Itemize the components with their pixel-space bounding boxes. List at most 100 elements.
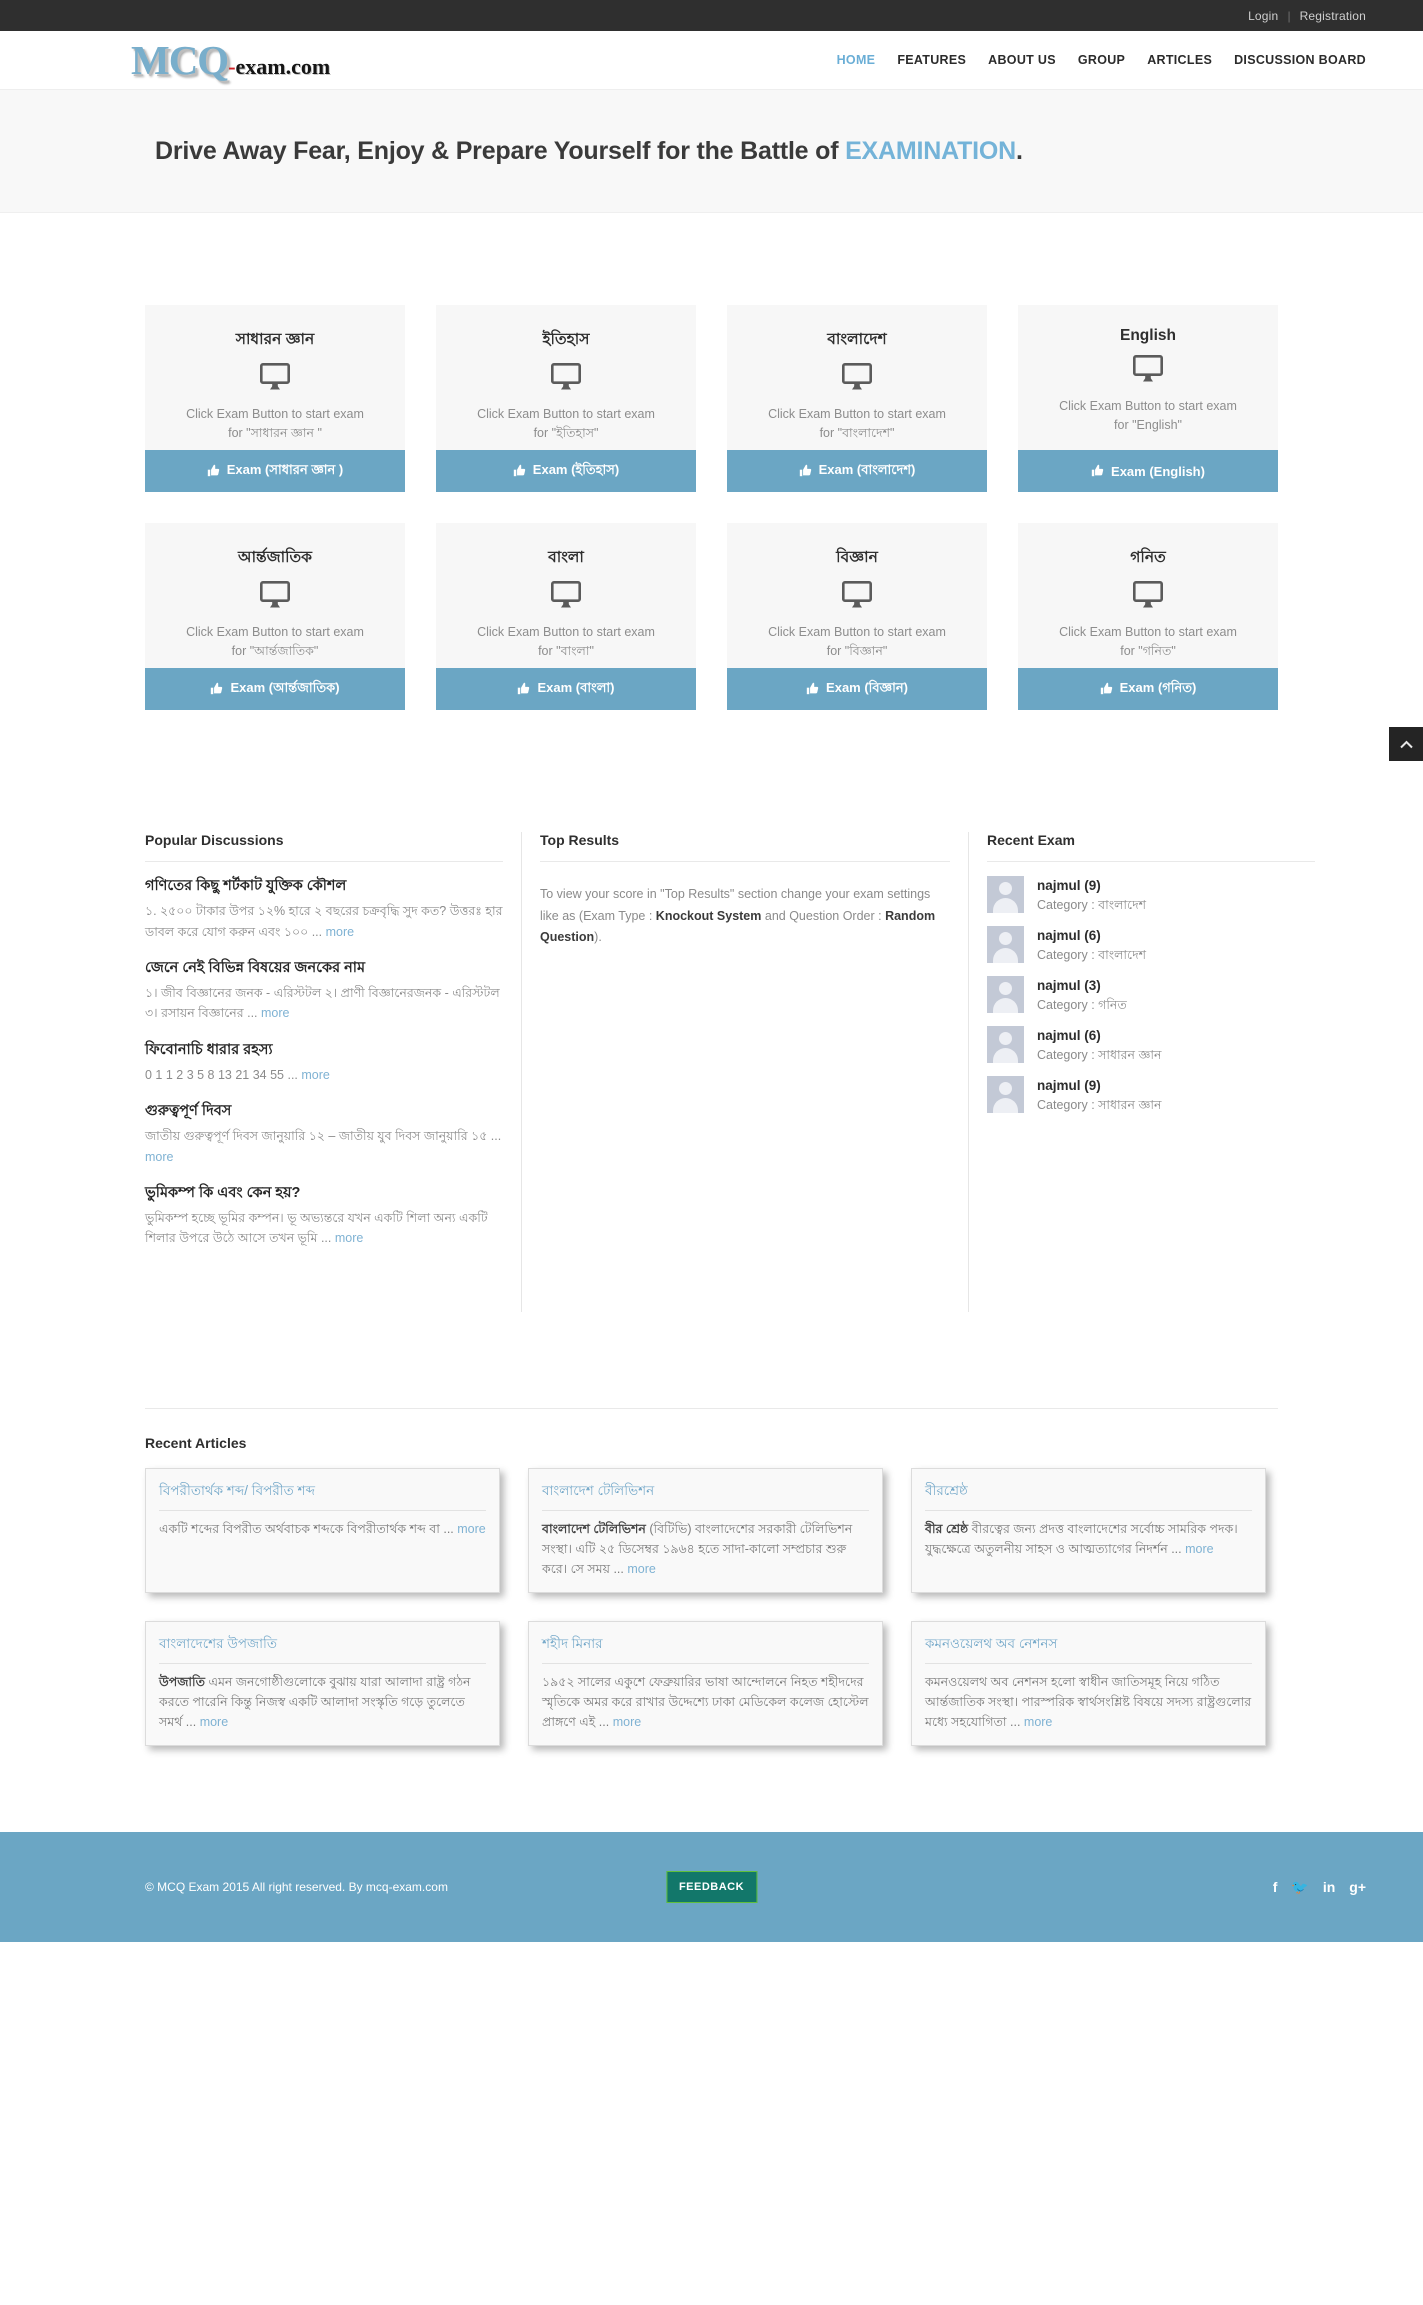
article-title[interactable]: বিপরীতার্থক শব্দ/ বিপরীত শব্দ — [159, 1480, 486, 1511]
exam-start-button[interactable]: Exam (আর্ন্তজাতিক) — [145, 668, 405, 710]
recent-exam-item: najmul (6) Category : বাংলাদেশ — [987, 926, 1315, 965]
article-title[interactable]: শহীদ মিনার — [542, 1633, 869, 1664]
googleplus-icon[interactable]: g+ — [1349, 1880, 1366, 1894]
monitor-icon — [259, 580, 290, 608]
discussion-more-link[interactable]: more — [145, 1150, 173, 1164]
info-columns: Popular Discussions গণিতের কিছু শর্টকাট … — [145, 832, 1315, 1312]
nav-item-about-us[interactable]: ABOUT US — [988, 53, 1056, 67]
exam-card-desc-line1: Click Exam Button to start exam — [186, 625, 364, 639]
article-card: বাংলাদেশের উপজাতি উপজাতি এমন জনগোষ্ঠীগুলো… — [145, 1621, 500, 1746]
hero-highlight-text: EXAMINATION — [845, 136, 1017, 165]
nav-item-articles[interactable]: ARTICLES — [1147, 53, 1212, 67]
exam-start-button[interactable]: Exam (বাংলা) — [436, 668, 696, 710]
scroll-to-top-button[interactable] — [1389, 727, 1423, 761]
nav-item-features[interactable]: FEATURES — [897, 53, 966, 67]
recent-exam-item: najmul (9) Category : সাধারন জ্ঞান — [987, 1076, 1315, 1115]
article-more-link[interactable]: more — [613, 1715, 641, 1729]
facebook-icon[interactable]: f — [1273, 1880, 1278, 1894]
article-excerpt: ১৯৫২ সালের একুশে ফেব্রুয়ারির ভাষা আন্দো… — [542, 1672, 869, 1732]
recent-exam-username[interactable]: najmul (6) — [1037, 1026, 1162, 1046]
exam-start-button[interactable]: Exam (বাংলাদেশ) — [727, 450, 987, 492]
exam-card-title: বাংলাদেশ — [827, 331, 887, 348]
logo-exam-text: exam.com — [235, 53, 331, 79]
twitter-icon[interactable]: 🐦 — [1291, 1880, 1308, 1894]
article-title[interactable]: কমনওয়েলথ অব নেশনস — [925, 1633, 1252, 1664]
popular-discussions-list: গণিতের কিছু শর্টকাট যুক্তিক কৌশল ১. ২৫০০ … — [145, 876, 503, 1249]
discussion-title[interactable]: ফিবোনাচি ধারার রহস্য — [145, 1040, 503, 1060]
linkedin-icon[interactable]: in — [1323, 1880, 1335, 1894]
exam-card-desc-line2: for "বাংলা" — [538, 644, 594, 659]
recent-exam-category-label: Category : — [1037, 1048, 1099, 1063]
recent-exam-category-value: গনিত — [1098, 998, 1127, 1013]
exam-card-icon — [450, 362, 682, 396]
discussion-more-link[interactable]: more — [301, 1068, 329, 1082]
discussion-title[interactable]: গুরুত্বপূর্ণ দিবস — [145, 1101, 503, 1121]
recent-articles-heading: Recent Articles — [145, 1435, 247, 1451]
exam-card-icon — [450, 580, 682, 614]
article-lead-text: উপজাতি — [159, 1675, 205, 1689]
discussion-item: জেনে নেই বিভিন্ন বিষয়ের জনকের নাম ১। জীব… — [145, 958, 503, 1024]
discussion-excerpt: ১. ২৫০০ টাকার উপর ১২% হারে ২ বছরের চক্রব… — [145, 901, 503, 942]
nav-item-home[interactable]: HOME — [837, 53, 876, 67]
discussion-more-link[interactable]: more — [261, 1006, 289, 1020]
exam-start-button[interactable]: Exam (English) — [1018, 450, 1278, 492]
exam-card-description: Click Exam Button to start exam for "বিজ্… — [741, 623, 973, 662]
recent-exam-username[interactable]: najmul (9) — [1037, 876, 1146, 896]
exam-card-description: Click Exam Button to start exam for "বাংল… — [741, 405, 973, 444]
top-results-column: Top Results To view your score in "Top R… — [540, 832, 950, 949]
discussion-ellipsis: ... — [311, 924, 326, 939]
exam-start-button-label: Exam (বাংলাদেশ) — [818, 461, 916, 477]
avatar — [987, 1076, 1024, 1113]
article-more-link[interactable]: more — [627, 1562, 655, 1576]
exam-card-icon — [741, 580, 973, 614]
monitor-icon — [1132, 354, 1163, 382]
recent-exam-username[interactable]: najmul (6) — [1037, 926, 1146, 946]
recent-exam-category-value: সাধারন জ্ঞান — [1098, 1048, 1162, 1063]
recent-exam-item-info: najmul (3) Category : গনিত — [1037, 976, 1127, 1015]
discussion-title[interactable]: জেনে নেই বিভিন্ন বিষয়ের জনকের নাম — [145, 958, 503, 978]
article-more-link[interactable]: more — [1185, 1542, 1213, 1556]
recent-exam-list: najmul (9) Category : বাংলাদেশ najmul (6) C… — [987, 876, 1315, 1115]
recent-exam-category: Category : সাধারন জ্ঞান — [1037, 1096, 1162, 1115]
article-title[interactable]: বাংলাদেশ টেলিভিশন — [542, 1480, 869, 1511]
discussion-ellipsis: ... — [490, 1129, 502, 1144]
article-excerpt: একটি শব্দের বিপরীত অর্থবাচক শব্দকে বিপরী… — [159, 1519, 486, 1539]
exam-start-button-label: Exam (গনিত) — [1119, 679, 1197, 695]
exam-start-button[interactable]: Exam (বিজ্ঞান) — [727, 668, 987, 710]
article-excerpt: উপজাতি এমন জনগোষ্ঠীগুলোকে বুঝায় যারা আল… — [159, 1672, 486, 1732]
site-logo[interactable]: MCQ - exam.com — [131, 39, 331, 81]
exam-start-button[interactable]: Exam (গনিত) — [1018, 668, 1278, 710]
article-more-link[interactable]: more — [200, 1715, 228, 1729]
article-title[interactable]: বাংলাদেশের উপজাতি — [159, 1633, 486, 1664]
exam-card-icon — [159, 580, 391, 614]
exam-card-description: Click Exam Button to start exam for "সাধা… — [159, 405, 391, 444]
article-title[interactable]: বীরশ্রেষ্ঠ — [925, 1480, 1252, 1511]
feedback-button[interactable]: FEEDBACK — [665, 1871, 758, 1903]
exam-start-button[interactable]: Exam (ইতিহাস) — [436, 450, 696, 492]
recent-exam-category: Category : সাধারন জ্ঞান — [1037, 1046, 1162, 1065]
exam-card-desc-line1: Click Exam Button to start exam — [1059, 625, 1237, 639]
nav-item-discussion-board[interactable]: DISCUSSION BOARD — [1234, 53, 1366, 67]
exam-start-button-label: Exam (আর্ন্তজাতিক) — [230, 679, 340, 695]
discussion-title[interactable]: গণিতের কিছু শর্টকাট যুক্তিক কৌশল — [145, 876, 503, 896]
recent-exam-item: najmul (9) Category : বাংলাদেশ — [987, 876, 1315, 915]
exam-card-desc-line2: for "বিজ্ঞান" — [826, 644, 888, 659]
article-excerpt-text: একটি শব্দের বিপরীত অর্থবাচক শব্দকে বিপরী… — [159, 1522, 444, 1536]
recent-exam-category-label: Category : — [1037, 998, 1099, 1013]
article-more-link[interactable]: more — [457, 1522, 485, 1536]
exam-card: ইতিহাস Click Exam Button to start exam for… — [436, 305, 696, 492]
site-header: MCQ - exam.com HOME FEATURES ABOUT US GROUP… — [0, 31, 1423, 90]
recent-exam-username[interactable]: najmul (9) — [1037, 1076, 1162, 1096]
article-more-link[interactable]: more — [1024, 1715, 1052, 1729]
nav-item-group[interactable]: GROUP — [1078, 53, 1125, 67]
login-link[interactable]: Login — [1248, 9, 1278, 23]
monitor-icon — [841, 580, 872, 608]
exam-start-button[interactable]: Exam (সাধারন জ্ঞান ) — [145, 450, 405, 492]
discussion-title[interactable]: ভুমিকম্প কি এবং কেন হয়? — [145, 1183, 503, 1203]
recent-exam-username[interactable]: najmul (3) — [1037, 976, 1127, 996]
discussion-more-link[interactable]: more — [335, 1231, 363, 1245]
registration-link[interactable]: Registration — [1300, 9, 1366, 23]
popular-discussions-column: Popular Discussions গণিতের কিছু শর্টকাট … — [145, 832, 503, 1265]
discussion-more-link[interactable]: more — [326, 925, 354, 939]
exam-card-body: বাংলাদেশ Click Exam Button to start exam f… — [727, 305, 987, 450]
